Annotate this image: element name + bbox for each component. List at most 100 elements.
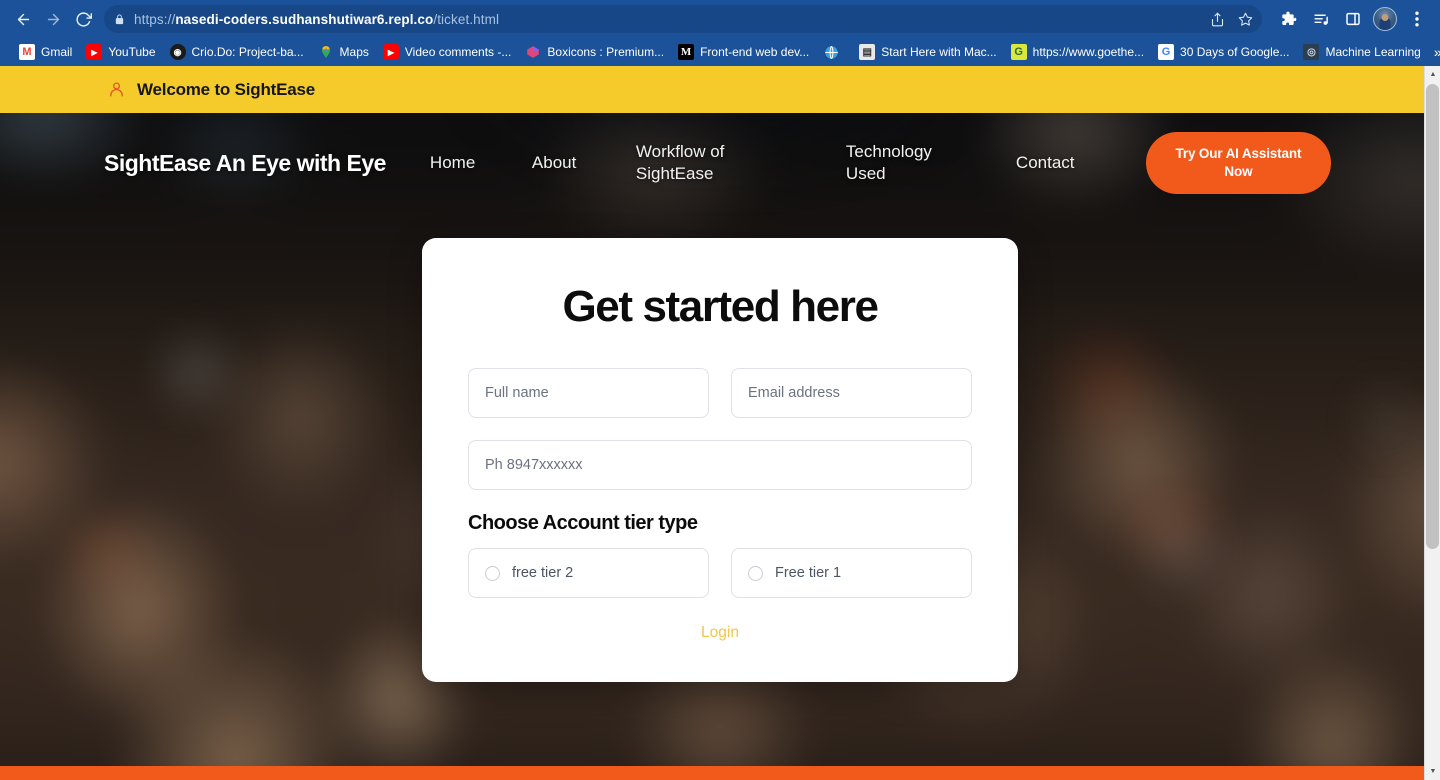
forward-arrow-icon bbox=[47, 13, 59, 25]
bookmark-label: 30 Days of Google... bbox=[1180, 45, 1290, 59]
gmail-favicon: M bbox=[19, 44, 35, 60]
bookmark-label: Gmail bbox=[41, 45, 73, 59]
radio-button-icon[interactable] bbox=[485, 565, 500, 581]
try-ai-assistant-button[interactable]: Try Our AI Assistant Now bbox=[1145, 131, 1331, 195]
reload-button[interactable] bbox=[68, 4, 98, 34]
mdn-favicon: M bbox=[678, 44, 695, 60]
reading-list-icon bbox=[1313, 14, 1328, 25]
bookmark-mdn[interactable]: M Front-end web dev... bbox=[671, 42, 816, 62]
bookmark-star-button[interactable] bbox=[1232, 6, 1258, 32]
share-icon bbox=[1211, 12, 1223, 26]
youtube-favicon: ▶ bbox=[382, 44, 399, 60]
bookmark-label: Machine Learning bbox=[1325, 45, 1421, 59]
site-brand[interactable]: SightEase An Eye with Eye bbox=[104, 150, 386, 177]
nav-links: Home About Workflow of SightEase Technol… bbox=[386, 141, 1146, 186]
bookmark-30-days-of-google[interactable]: G 30 Days of Google... bbox=[1151, 42, 1296, 62]
login-link[interactable]: Login bbox=[701, 624, 739, 641]
bookmark-label: Maps bbox=[339, 45, 369, 59]
star-icon bbox=[1238, 12, 1252, 26]
youtube-favicon: ▶ bbox=[86, 44, 103, 60]
browser-action-icons bbox=[1272, 4, 1432, 34]
name-email-row bbox=[468, 368, 972, 418]
scrollbar-thumb[interactable] bbox=[1426, 84, 1439, 549]
scroll-up-arrow-icon[interactable]: ▲ bbox=[1425, 66, 1440, 83]
puzzle-piece-icon bbox=[1282, 11, 1297, 25]
email-input[interactable] bbox=[731, 368, 972, 418]
bookmark-label: Front-end web dev... bbox=[700, 45, 810, 59]
site-navbar: SightEase An Eye with Eye Home About Wor… bbox=[0, 113, 1440, 213]
bookmark-gmail[interactable]: M Gmail bbox=[12, 42, 79, 62]
boxicons-favicon bbox=[525, 44, 541, 60]
bookmark-label: Crio.Do: Project-ba... bbox=[191, 45, 304, 59]
bookmark-start-here-with-mac[interactable]: ▤ Start Here with Mac... bbox=[852, 42, 1003, 62]
nav-item-workflow-of-sightease[interactable]: Workflow of SightEase bbox=[636, 141, 846, 186]
back-button[interactable] bbox=[8, 4, 38, 34]
three-dot-menu-icon bbox=[1415, 11, 1419, 27]
browser-chrome: https://nasedi-coders.sudhanshutiwar6.re… bbox=[0, 0, 1440, 66]
tier-radio-row: free tier 2 Free tier 1 bbox=[468, 548, 972, 598]
page-viewport: Welcome to SightEase SightEase An Eye wi… bbox=[0, 66, 1440, 780]
footer-orange-strip bbox=[0, 766, 1424, 780]
nav-item-home[interactable]: Home bbox=[430, 152, 532, 174]
tier-option-label: free tier 2 bbox=[512, 565, 574, 581]
bookmarks-bar: M Gmail ▶ YouTube ◉ Crio.Do: Project-ba.… bbox=[0, 38, 1440, 66]
lock-icon bbox=[114, 13, 125, 26]
radio-button-icon[interactable] bbox=[748, 565, 763, 581]
nav-item-technology-used[interactable]: Technology Used bbox=[846, 141, 1016, 186]
side-panel-icon bbox=[1346, 12, 1360, 26]
crio-favicon: ◉ bbox=[169, 44, 186, 60]
tier-option-label: Free tier 1 bbox=[775, 565, 842, 581]
bookmark-label: Boxicons : Premium... bbox=[547, 45, 665, 59]
hero-section: SightEase An Eye with Eye Home About Wor… bbox=[0, 113, 1440, 780]
machine-learning-favicon: ◎ bbox=[1303, 44, 1320, 60]
welcome-banner: Welcome to SightEase bbox=[0, 66, 1440, 113]
bookmark-globe[interactable] bbox=[816, 42, 852, 62]
bookmark-video-comments[interactable]: ▶ Video comments -... bbox=[376, 42, 519, 62]
profile-button[interactable] bbox=[1370, 4, 1400, 34]
address-bar-actions bbox=[1204, 5, 1258, 33]
login-row: Login bbox=[468, 624, 972, 642]
google-maps-favicon bbox=[318, 44, 334, 60]
welcome-text: Welcome to SightEase bbox=[137, 79, 316, 99]
bookmark-youtube[interactable]: ▶ YouTube bbox=[79, 42, 162, 62]
tier-section-label: Choose Account tier type bbox=[468, 512, 698, 534]
profile-avatar bbox=[1373, 7, 1397, 31]
bookmark-maps[interactable]: Maps bbox=[311, 42, 376, 62]
google-favicon: G bbox=[1158, 44, 1175, 60]
user-outline-icon bbox=[108, 80, 125, 99]
bookmark-label: Video comments -... bbox=[404, 45, 512, 59]
globe-favicon bbox=[823, 44, 839, 60]
goethe-favicon: G bbox=[1010, 44, 1027, 60]
bookmark-machine-learning[interactable]: ◎ Machine Learning bbox=[1296, 42, 1427, 62]
bookmark-goethe[interactable]: G https://www.goethe... bbox=[1004, 42, 1151, 62]
tier-option-free-tier-2[interactable]: free tier 2 bbox=[468, 548, 709, 598]
scroll-down-arrow-icon[interactable]: ▼ bbox=[1425, 763, 1440, 780]
bookmarks-overflow-button[interactable]: » bbox=[1428, 44, 1440, 60]
nav-item-about[interactable]: About bbox=[532, 152, 636, 174]
bookmark-boxicons[interactable]: Boxicons : Premium... bbox=[518, 42, 671, 62]
phone-input[interactable] bbox=[468, 440, 972, 490]
signup-card: Get started here Choose Account tier typ… bbox=[422, 238, 1018, 682]
chrome-menu-button[interactable] bbox=[1402, 4, 1432, 34]
side-panel-button[interactable] bbox=[1338, 4, 1368, 34]
share-button[interactable] bbox=[1204, 6, 1230, 32]
forward-button[interactable] bbox=[38, 4, 68, 34]
bookmark-label: Start Here with Mac... bbox=[881, 45, 997, 59]
tier-option-free-tier-1[interactable]: Free tier 1 bbox=[731, 548, 972, 598]
phone-row bbox=[468, 440, 972, 490]
address-bar[interactable]: https://nasedi-coders.sudhanshutiwar6.re… bbox=[104, 5, 1262, 33]
browser-toolbar: https://nasedi-coders.sudhanshutiwar6.re… bbox=[0, 0, 1440, 38]
reload-icon bbox=[75, 11, 92, 27]
nav-item-contact[interactable]: Contact bbox=[1016, 152, 1146, 174]
reading-list-button[interactable] bbox=[1306, 4, 1336, 34]
bookmark-crio[interactable]: ◉ Crio.Do: Project-ba... bbox=[163, 42, 311, 62]
page-scrollbar[interactable]: ▲ ▼ bbox=[1424, 66, 1440, 780]
extensions-button[interactable] bbox=[1274, 4, 1304, 34]
mac-favicon: ▤ bbox=[859, 44, 876, 60]
signup-card-wrapper: Get started here Choose Account tier typ… bbox=[0, 213, 1440, 682]
back-arrow-icon bbox=[17, 13, 29, 25]
address-bar-text: https://nasedi-coders.sudhanshutiwar6.re… bbox=[134, 11, 500, 27]
bookmark-label: https://www.goethe... bbox=[1032, 45, 1145, 59]
full-name-input[interactable] bbox=[468, 368, 709, 418]
card-title: Get started here bbox=[562, 282, 878, 331]
